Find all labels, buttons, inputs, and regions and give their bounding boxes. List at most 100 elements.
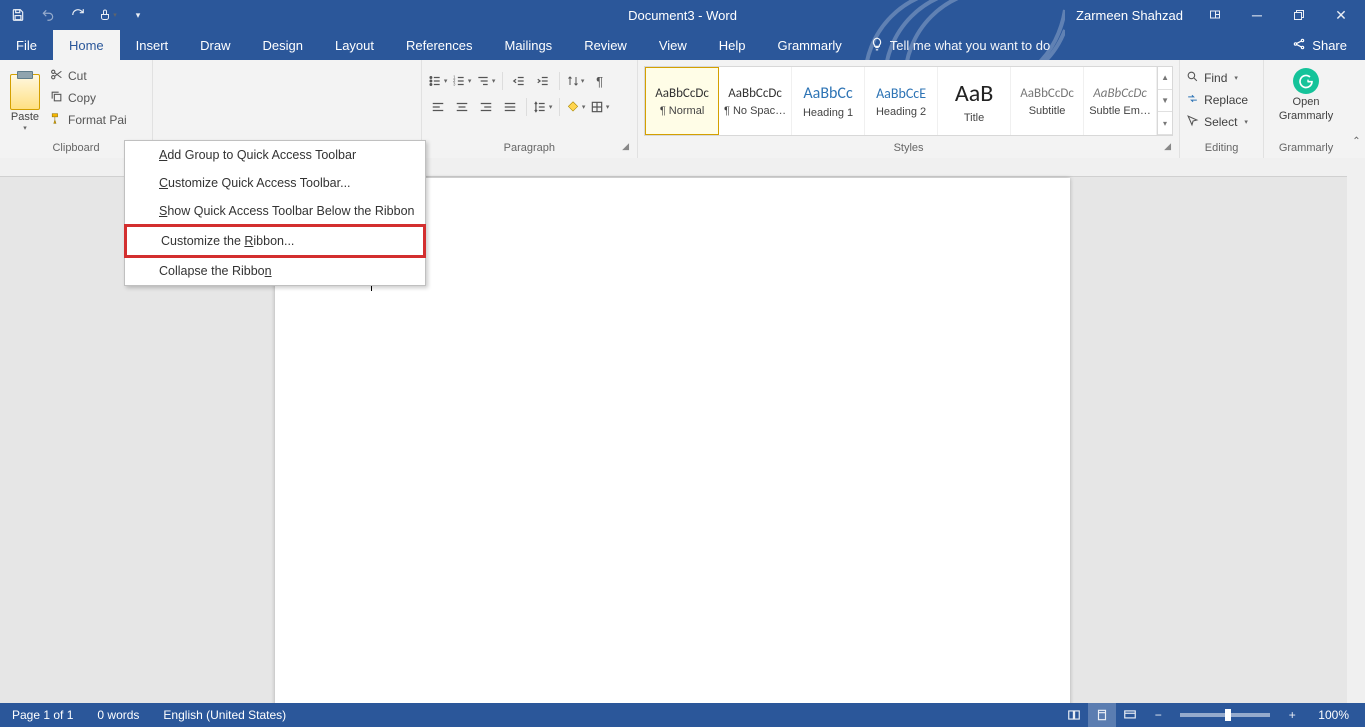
show-marks-icon[interactable]: ¶ — [590, 71, 610, 91]
style-name: Heading 2 — [876, 106, 926, 118]
tab-grammarly[interactable]: Grammarly — [762, 30, 858, 60]
tab-review[interactable]: Review — [568, 30, 643, 60]
lightbulb-icon — [870, 37, 884, 54]
tab-view[interactable]: View — [643, 30, 703, 60]
style-item[interactable]: AaBTitle — [938, 67, 1011, 135]
svg-text:3: 3 — [453, 82, 456, 87]
bulleted-list-icon[interactable] — [428, 71, 448, 91]
print-layout-icon[interactable] — [1088, 703, 1116, 727]
zoom-level[interactable]: 100% — [1306, 708, 1365, 722]
find-button[interactable]: Find ▾ — [1186, 68, 1257, 88]
style-item[interactable]: AaBbCcDc¶ Normal — [645, 67, 719, 135]
cut-button[interactable]: Cut — [50, 66, 127, 86]
touch-mode-icon[interactable] — [98, 5, 118, 25]
ribbon-context-menu: Add Group to Quick Access ToolbarCustomi… — [124, 140, 426, 286]
tab-layout[interactable]: Layout — [319, 30, 390, 60]
tab-home[interactable]: Home — [53, 30, 120, 60]
undo-icon[interactable] — [38, 5, 58, 25]
context-menu-item[interactable]: Add Group to Quick Access Toolbar — [125, 141, 425, 169]
minimize-icon[interactable]: ─ — [1237, 0, 1277, 30]
multilevel-list-icon[interactable] — [476, 71, 496, 91]
paste-button[interactable]: Paste ▾ — [6, 64, 44, 139]
grammarly-group-label: Grammarly — [1270, 139, 1342, 158]
dialog-launcher-icon[interactable]: ◢ — [1164, 141, 1171, 152]
user-name[interactable]: Zarmeen Shahzad — [1076, 8, 1193, 23]
chevron-up-icon[interactable]: ▲ — [1158, 67, 1172, 90]
justify-icon[interactable] — [500, 97, 520, 117]
style-item[interactable]: AaBbCcEHeading 2 — [865, 67, 938, 135]
context-menu-item[interactable]: Collapse the Ribbon — [125, 257, 425, 285]
style-item[interactable]: AaBbCcDc¶ No Spac… — [719, 67, 792, 135]
context-menu-item[interactable]: Customize Quick Access Toolbar... — [125, 169, 425, 197]
ribbon: Paste ▾ Cut Copy — [0, 60, 1365, 159]
tell-me-label: Tell me what you want to do — [890, 38, 1050, 53]
status-language[interactable]: English (United States) — [151, 708, 298, 722]
copy-label: Copy — [68, 91, 96, 105]
customize-qat-icon[interactable]: ▾ — [128, 5, 148, 25]
more-styles-icon[interactable]: ▾ — [1158, 112, 1172, 135]
tab-insert[interactable]: Insert — [120, 30, 185, 60]
numbered-list-icon[interactable]: 123 — [452, 71, 472, 91]
format-painter-label: Format Pai — [68, 113, 127, 127]
status-page[interactable]: Page 1 of 1 — [0, 708, 85, 722]
redo-icon[interactable] — [68, 5, 88, 25]
style-name: Subtitle — [1029, 105, 1066, 117]
share-button[interactable]: Share — [1292, 30, 1365, 60]
style-item[interactable]: AaBbCcHeading 1 — [792, 67, 865, 135]
borders-icon[interactable] — [590, 97, 610, 117]
context-menu-item[interactable]: Show Quick Access Toolbar Below the Ribb… — [125, 197, 425, 225]
open-grammarly-button[interactable]: Open Grammarly — [1270, 64, 1342, 122]
group-grammarly: Open Grammarly Grammarly — [1264, 60, 1348, 158]
style-preview: AaBbCcDc — [1093, 86, 1147, 101]
tab-references[interactable]: References — [390, 30, 488, 60]
format-painter-icon — [50, 112, 63, 128]
align-left-icon[interactable] — [428, 97, 448, 117]
zoom-slider[interactable] — [1180, 713, 1270, 717]
group-editing: Find ▾ Replace Select ▾ Editing — [1180, 60, 1264, 158]
copy-button[interactable]: Copy — [50, 88, 127, 108]
style-name: Title — [964, 112, 984, 124]
dialog-launcher-icon[interactable]: ◢ — [622, 141, 629, 152]
tab-file[interactable]: File — [0, 30, 53, 60]
sort-icon[interactable] — [566, 71, 586, 91]
paragraph-group-label: Paragraph ◢ — [428, 139, 631, 158]
styles-group-label: Styles ◢ — [644, 139, 1173, 158]
title-bar: ▾ Document3 - Word Zarmeen Shahzad ─ ✕ — [0, 0, 1365, 30]
maximize-icon[interactable] — [1279, 0, 1319, 30]
chevron-down-icon: ▾ — [23, 124, 27, 132]
save-icon[interactable] — [8, 5, 28, 25]
select-button[interactable]: Select ▾ — [1186, 112, 1257, 132]
zoom-in-icon[interactable]: + — [1278, 703, 1306, 727]
tab-draw[interactable]: Draw — [184, 30, 246, 60]
replace-icon — [1186, 92, 1199, 108]
highlighted-menu-item: Customize the Ribbon... — [124, 224, 426, 258]
copy-icon — [50, 90, 63, 106]
increase-indent-icon[interactable] — [533, 71, 553, 91]
chevron-down-icon[interactable]: ▼ — [1158, 90, 1172, 113]
tab-help[interactable]: Help — [703, 30, 762, 60]
cut-label: Cut — [68, 69, 87, 83]
replace-button[interactable]: Replace — [1186, 90, 1257, 110]
style-item[interactable]: AaBbCcDcSubtitle — [1011, 67, 1084, 135]
decrease-indent-icon[interactable] — [509, 71, 529, 91]
vertical-scrollbar[interactable] — [1347, 158, 1365, 703]
close-icon[interactable]: ✕ — [1321, 0, 1361, 30]
align-center-icon[interactable] — [452, 97, 472, 117]
zoom-out-icon[interactable]: − — [1144, 703, 1172, 727]
ribbon-display-options-icon[interactable] — [1195, 0, 1235, 30]
tell-me-search[interactable]: Tell me what you want to do — [858, 30, 1050, 60]
shading-icon[interactable] — [566, 97, 586, 117]
align-right-icon[interactable] — [476, 97, 496, 117]
tab-mailings[interactable]: Mailings — [489, 30, 569, 60]
styles-gallery[interactable]: AaBbCcDc¶ NormalAaBbCcDc¶ No Spac…AaBbCc… — [644, 66, 1173, 136]
format-painter-button[interactable]: Format Pai — [50, 110, 127, 130]
web-layout-icon[interactable] — [1116, 703, 1144, 727]
context-menu-item[interactable]: Customize the Ribbon... — [127, 227, 423, 255]
collapse-ribbon-icon[interactable]: ⌃ — [1348, 60, 1365, 158]
status-word-count[interactable]: 0 words — [85, 708, 151, 722]
line-spacing-icon[interactable] — [533, 97, 553, 117]
gallery-spinner[interactable]: ▲▼▾ — [1157, 67, 1172, 135]
style-item[interactable]: AaBbCcDcSubtle Em… — [1084, 67, 1157, 135]
tab-design[interactable]: Design — [247, 30, 319, 60]
read-mode-icon[interactable] — [1060, 703, 1088, 727]
